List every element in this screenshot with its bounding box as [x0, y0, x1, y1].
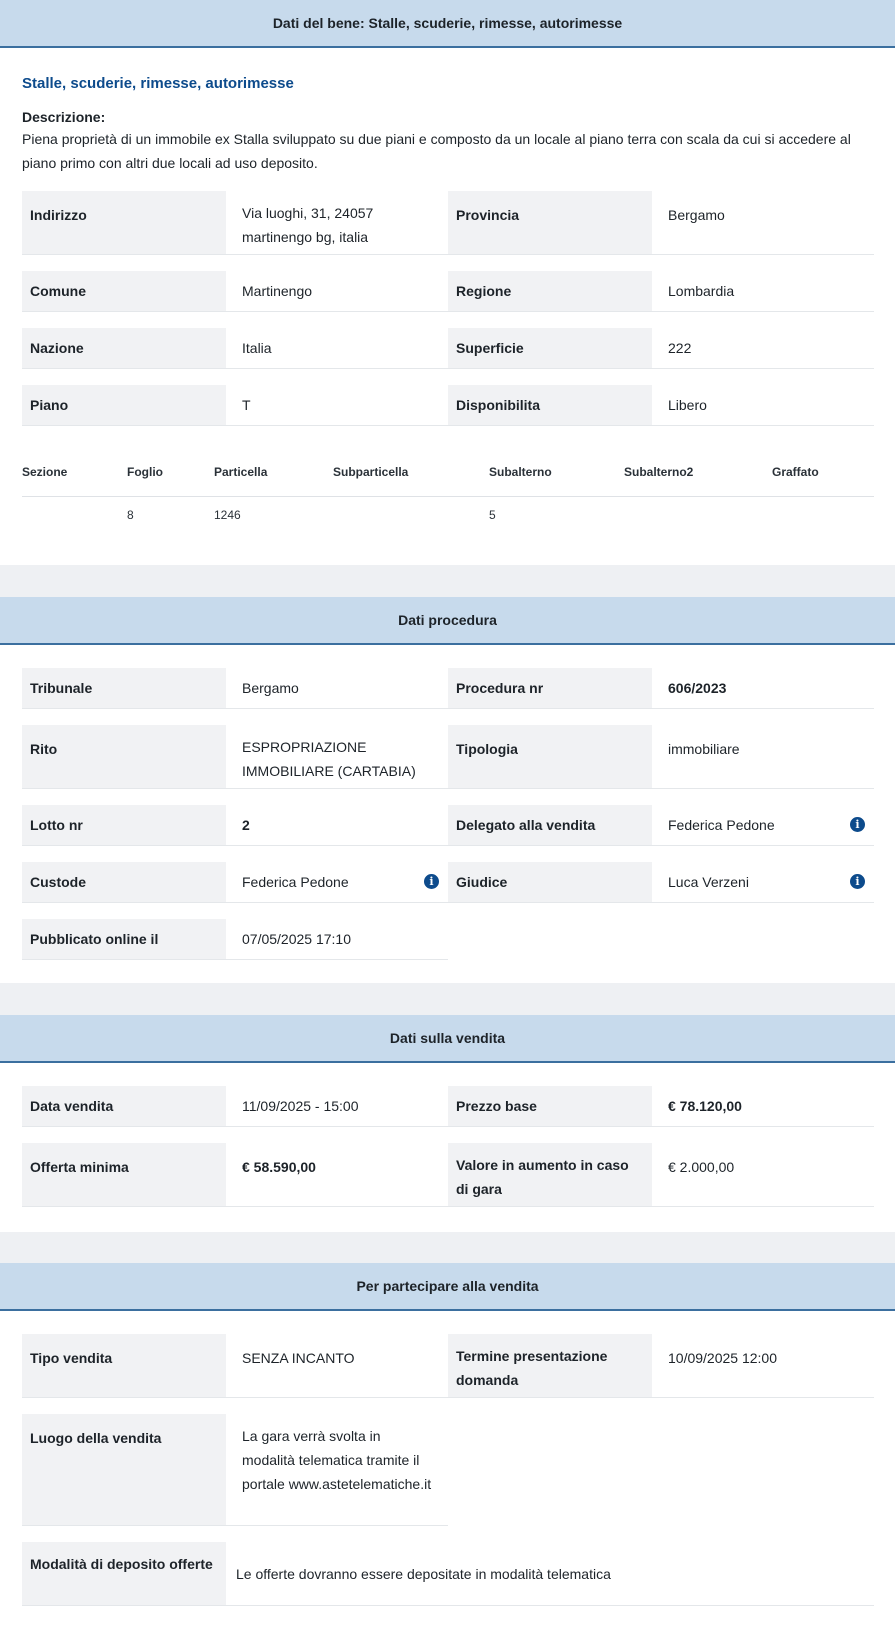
- delegato-value: Federica Pedone: [652, 805, 874, 846]
- description-label: Descrizione:: [22, 109, 106, 125]
- catasto-header-foglio: Foglio: [127, 465, 163, 479]
- section-header: Dati sulla vendita: [0, 1015, 895, 1063]
- pubblicato-label: Pubblicato online il: [22, 919, 226, 960]
- catasto-header-subparticella: Subparticella: [333, 465, 409, 479]
- section-header: Dati procedura: [0, 597, 895, 645]
- tipo-vendita-label: Tipo vendita: [22, 1334, 226, 1398]
- section-header: Dati del bene: Stalle, scuderie, rimesse…: [0, 0, 895, 48]
- catasto-cell-foglio: 8: [127, 508, 134, 522]
- offerta-minima-label: Offerta minima: [22, 1143, 226, 1207]
- custode-info-icon[interactable]: i: [424, 874, 439, 889]
- piano-value: T: [226, 385, 448, 426]
- pubblicato-value: 07/05/2025 17:10: [226, 919, 448, 960]
- procedura-nr-label: Procedura nr: [448, 668, 652, 709]
- superficie-value: 222: [652, 328, 874, 369]
- section-dati-bene: Dati del bene: Stalle, scuderie, rimesse…: [0, 0, 895, 565]
- catasto-header-subalterno2: Subalterno2: [624, 465, 694, 479]
- catasto-cell-subalterno: 5: [489, 508, 496, 522]
- nazione-label: Nazione: [22, 328, 226, 369]
- termine-value: 10/09/2025 12:00: [652, 1334, 874, 1398]
- data-vendita-label: Data vendita: [22, 1086, 226, 1127]
- provincia-value: Bergamo: [652, 191, 874, 255]
- nazione-value: Italia: [226, 328, 448, 369]
- procedura-nr-value: 606/2023: [652, 668, 874, 709]
- prezzo-base-label: Prezzo base: [448, 1086, 652, 1127]
- regione-value: Lombardia: [652, 271, 874, 312]
- catasto-divider: [22, 496, 874, 497]
- offerta-minima-value: € 58.590,00: [226, 1143, 448, 1207]
- luogo-value: La gara verrà svolta in modalità telemat…: [226, 1414, 448, 1526]
- lotto-label: Lotto nr: [22, 805, 226, 846]
- catasto-header-particella: Particella: [214, 465, 268, 479]
- indirizzo-label: Indirizzo: [22, 191, 226, 255]
- giudice-label: Giudice: [448, 862, 652, 903]
- comune-value: Martinengo: [226, 271, 448, 312]
- disponibilita-label: Disponibilita: [448, 385, 652, 426]
- aumento-value: € 2.000,00: [652, 1143, 874, 1207]
- regione-label: Regione: [448, 271, 652, 312]
- delegato-label: Delegato alla vendita: [448, 805, 652, 846]
- modalita-label: Modalità di deposito offerte: [22, 1542, 226, 1606]
- tribunale-value: Bergamo: [226, 668, 448, 709]
- tipo-vendita-value: SENZA INCANTO: [226, 1334, 448, 1398]
- catasto-header-subalterno: Subalterno: [489, 465, 552, 479]
- catasto-cell-particella: 1246: [214, 508, 241, 522]
- comune-label: Comune: [22, 271, 226, 312]
- indirizzo-value: Via luoghi, 31, 24057 martinengo bg, ita…: [226, 191, 448, 255]
- data-vendita-value: 11/09/2025 - 15:00: [226, 1086, 448, 1127]
- custode-value: Federica Pedone: [226, 862, 448, 903]
- prezzo-base-value: € 78.120,00: [652, 1086, 874, 1127]
- lotto-value: 2: [226, 805, 448, 846]
- rito-value: ESPROPRIAZIONE IMMOBILIARE (CARTABIA): [226, 725, 448, 789]
- catasto-header-graffato: Graffato: [772, 465, 819, 479]
- modalita-value: Le offerte dovranno essere depositate in…: [226, 1542, 874, 1606]
- section-dati-procedura: Dati procedura Tribunale Bergamo Procedu…: [0, 597, 895, 983]
- giudice-info-icon[interactable]: i: [850, 874, 865, 889]
- piano-label: Piano: [22, 385, 226, 426]
- catasto-header-sezione: Sezione: [22, 465, 68, 479]
- giudice-value: Luca Verzeni: [652, 862, 874, 903]
- section-dati-vendita: Dati sulla vendita Data vendita 11/09/20…: [0, 1015, 895, 1232]
- tribunale-label: Tribunale: [22, 668, 226, 709]
- superficie-label: Superficie: [448, 328, 652, 369]
- disponibilita-value: Libero: [652, 385, 874, 426]
- aumento-label: Valore in aumento in caso di gara: [448, 1143, 652, 1207]
- section-header: Per partecipare alla vendita: [0, 1263, 895, 1311]
- delegato-info-icon[interactable]: i: [850, 817, 865, 832]
- description-text: Piena proprietà di un immobile ex Stalla…: [22, 131, 851, 171]
- provincia-label: Provincia: [448, 191, 652, 255]
- bene-subtitle: Stalle, scuderie, rimesse, autorimesse: [22, 75, 294, 92]
- luogo-label: Luogo della vendita: [22, 1414, 226, 1526]
- section-partecipare: Per partecipare alla vendita Tipo vendit…: [0, 1263, 895, 1631]
- tipologia-value: immobiliare: [652, 725, 874, 789]
- termine-label: Termine presentazione domanda: [448, 1334, 652, 1398]
- custode-label: Custode: [22, 862, 226, 903]
- tipologia-label: Tipologia: [448, 725, 652, 789]
- rito-label: Rito: [22, 725, 226, 789]
